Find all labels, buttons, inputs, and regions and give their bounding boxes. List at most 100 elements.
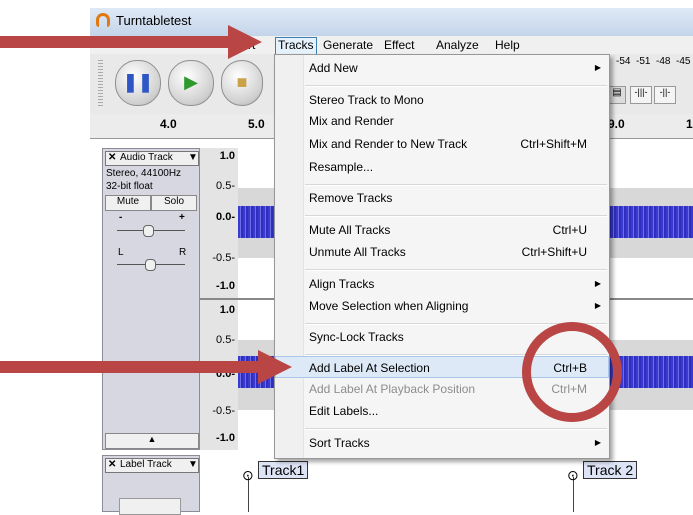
label-track1[interactable]: Track1 [258, 461, 309, 479]
menu-item-label: Edit Labels... [309, 404, 379, 418]
menu-item-unmute-all[interactable]: Unmute All Tracks Ctrl+Shift+U [275, 241, 609, 263]
chevron-down-icon: ▼ [188, 459, 198, 470]
scale-tick: 1.0 [219, 150, 235, 162]
submenu-arrow-icon: ▶ [594, 279, 601, 288]
menu-item-label: Resample... [309, 160, 374, 174]
menu-item-label: Stereo Track to Mono [309, 93, 424, 107]
menu-item-label: Add Label At Selection [309, 361, 430, 375]
menu-effect[interactable]: Effect [381, 37, 417, 53]
menu-item-label: Unmute All Tracks [309, 245, 406, 259]
meter-label: -48 [656, 56, 671, 67]
menu-item-add-new[interactable]: Add New ▶ [275, 57, 609, 79]
scale-tick: 1.0 [219, 304, 235, 316]
scale-tick: -0.5- [212, 405, 235, 417]
menu-separator [305, 215, 607, 217]
menu-item-sort-tracks[interactable]: Sort Tracks ▶ [275, 432, 609, 454]
waveform [238, 206, 276, 238]
track-bitdepth: 32-bit float [106, 181, 153, 192]
gain-minus-label: - [119, 212, 123, 223]
vertical-scale: 1.0 0.5- 0.0- -0.5- -1.0 1.0 0.5- 0.0- -… [200, 148, 238, 450]
stop-button[interactable]: ■ [221, 60, 263, 106]
meter-label: -51 [636, 56, 651, 67]
audio-track-panel: ✕ Audio Track ▼ Stereo, 44100Hz 32-bit f… [102, 148, 200, 450]
channel-divider [200, 298, 238, 300]
pause-button[interactable]: ❚❚ [115, 60, 161, 106]
scale-tick: -1.0 [216, 432, 235, 444]
meter-scale: -54 -51 -48 -45 [612, 56, 693, 72]
solo-button[interactable]: Solo [151, 195, 197, 211]
scale-tick: 0.5- [216, 180, 235, 192]
label-track-name-button[interactable]: ✕ Label Track ▼ [105, 458, 199, 473]
headphones-icon [96, 13, 110, 27]
menu-shortcut: Ctrl+Shift+U [521, 245, 587, 259]
annotation-arrow-shaft [0, 361, 262, 373]
track-name: Audio Track [120, 152, 173, 163]
scale-tick: -1.0 [216, 280, 235, 292]
menu-item-label: Remove Tracks [309, 191, 393, 205]
annotation-arrow-head [258, 350, 292, 384]
label-handle-icon[interactable]: ⊙ [242, 467, 254, 484]
silence-icon[interactable]: -||- [654, 86, 676, 104]
annotation-arrow-head [228, 25, 262, 59]
annotation-circle [522, 322, 622, 422]
label-handle-icon[interactable]: ⊙ [567, 467, 579, 484]
track-format: Stereo, 44100Hz [106, 168, 182, 179]
track-name-button[interactable]: ✕ Audio Track ▼ [105, 151, 199, 166]
collapse-icon: ▲ [147, 434, 157, 444]
channel-divider [238, 298, 276, 300]
play-button[interactable]: ▶ [168, 60, 214, 106]
pan-left-label: L [118, 247, 124, 258]
menu-separator [305, 428, 607, 430]
mute-button[interactable]: Mute [105, 195, 151, 211]
pause-icon: ❚❚ [122, 72, 154, 92]
menu-help[interactable]: Help [492, 37, 523, 53]
menu-item-label: Add New [309, 61, 358, 75]
ruler-label: 4.0 [160, 117, 177, 131]
trim-icon[interactable]: -|||- [630, 86, 652, 104]
pan-slider-thumb[interactable] [145, 259, 156, 271]
scale-tick: 0.5- [216, 334, 235, 346]
label-track-name: Label Track [120, 459, 172, 470]
menu-item-mix-render[interactable]: Mix and Render [275, 110, 609, 132]
menu-tracks[interactable]: Tracks [275, 37, 317, 55]
close-icon[interactable]: ✕ [108, 459, 116, 470]
title-bar: Turntabletest [90, 8, 693, 36]
waveform-right[interactable] [606, 148, 693, 450]
menu-item-move-selection[interactable]: Move Selection when Aligning ▶ [275, 295, 609, 317]
scale-tick: 0.0- [216, 211, 235, 223]
menu-item-label: Sort Tracks [309, 436, 370, 450]
gain-slider-thumb[interactable] [143, 225, 154, 237]
collapse-button[interactable]: ▲ [105, 433, 199, 449]
clipboard-icon[interactable]: ▤ [608, 86, 626, 104]
ruler-label: 5.0 [248, 117, 265, 131]
waveform [606, 206, 693, 238]
menu-shortcut: Ctrl+U [552, 223, 587, 237]
menu-item-remove-tracks[interactable]: Remove Tracks [275, 187, 609, 209]
meter-label: -54 [616, 56, 631, 67]
menu-analyze[interactable]: Analyze [433, 37, 482, 53]
label-track-button[interactable] [119, 498, 181, 515]
label-track2[interactable]: Track 2 [583, 461, 638, 479]
ruler-label: 1 [686, 117, 693, 131]
menu-separator [305, 269, 607, 271]
menu-item-resample[interactable]: Resample... [275, 156, 609, 178]
menu-item-label: Mute All Tracks [309, 223, 391, 237]
chevron-down-icon: ▼ [188, 152, 198, 163]
channel-divider [606, 298, 693, 300]
menu-item-stereo-to-mono[interactable]: Stereo Track to Mono [275, 89, 609, 111]
scale-tick: -0.5- [212, 252, 235, 264]
menu-item-mute-all[interactable]: Mute All Tracks Ctrl+U [275, 219, 609, 241]
waveform-left[interactable] [238, 148, 276, 450]
menu-separator [305, 85, 607, 87]
submenu-arrow-icon: ▶ [594, 438, 601, 447]
menu-item-mix-render-new[interactable]: Mix and Render to New Track Ctrl+Shift+M [275, 133, 609, 155]
menu-item-align-tracks[interactable]: Align Tracks ▶ [275, 273, 609, 295]
close-icon[interactable]: ✕ [108, 152, 116, 163]
toolbar-grip[interactable] [98, 60, 103, 106]
play-icon: ▶ [184, 72, 198, 92]
menu-shortcut: Ctrl+Shift+M [520, 137, 587, 151]
label-track-area[interactable]: ⊙ Track1 ⊙ Track 2 [200, 455, 693, 512]
pan-right-label: R [179, 247, 187, 258]
stop-icon: ■ [236, 72, 248, 92]
menu-generate[interactable]: Generate [320, 37, 376, 53]
